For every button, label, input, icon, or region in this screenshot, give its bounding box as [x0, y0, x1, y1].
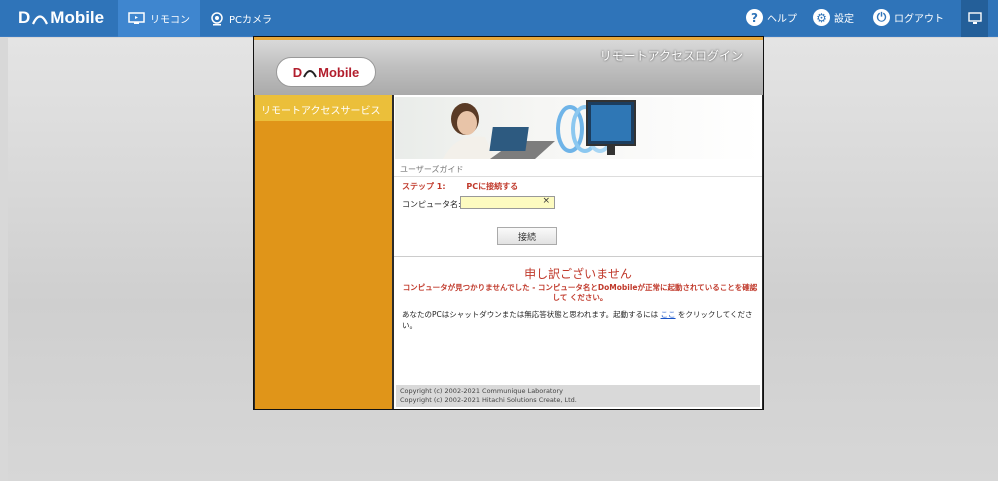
connect-button[interactable]: 接続 [497, 227, 557, 245]
remote-access-window: リモートアクセスログイン D Mobile リモートアクセスサービス ユーザーズ… [253, 36, 764, 410]
error-title: 申し訳ございません [524, 267, 632, 281]
power-icon: ⏻ [873, 9, 890, 26]
logo-letter: D [292, 64, 303, 80]
sidebar-title: リモートアクセスサービス [255, 95, 392, 121]
window-header: リモートアクセスログイン D Mobile [254, 37, 763, 95]
logout-button[interactable]: ⏻ ログアウト [873, 9, 944, 26]
logo-letter: D [18, 8, 31, 27]
clear-input-icon[interactable]: × [542, 196, 550, 206]
window-title: リモートアクセスログイン [599, 49, 743, 63]
step-text: PCに接続する [466, 182, 519, 191]
logout-label: ログアウト [894, 14, 944, 25]
sidebar: リモートアクセスサービス [255, 95, 392, 409]
wake-link[interactable]: ここ [661, 310, 676, 319]
logo-arc-icon [32, 14, 49, 24]
tab-pc-camera[interactable]: PCカメラ [200, 0, 282, 37]
copyright-footer: Copyright (c) 2002-2021 Communique Labor… [396, 385, 760, 407]
app-logo: D Mobile [18, 8, 104, 28]
help-label: ヘルプ [767, 14, 797, 25]
copyright-line-2: Copyright (c) 2002-2021 Hitachi Solution… [400, 396, 577, 404]
tab-label: リモコン [150, 15, 190, 26]
main-panel: ユーザーズガイド ステップ 1: PCに接続する コンピュータ名: × 接続 申… [394, 95, 762, 409]
error-message: コンピュータが見つかりませんでした - コンピュータ名とDoMobileが正常に… [402, 283, 758, 302]
top-bar: D Mobile リモコン PCカメラ ? ヘルプ ⚙ 設定 ⏻ ログアウト [0, 0, 998, 37]
computer-name-label: コンピュータ名: [402, 200, 461, 209]
screen-toggle-button[interactable] [961, 0, 988, 37]
window-logo: D Mobile [276, 57, 376, 87]
help-button[interactable]: ? ヘルプ [746, 9, 797, 26]
copyright-line-1: Copyright (c) 2002-2021 Communique Labor… [400, 387, 563, 395]
info-message: あなたのPCはシャットダウンまたは無応答状態と思われます。起動するには ここ を… [402, 309, 760, 331]
display-icon [967, 12, 982, 24]
banner-image [395, 97, 761, 159]
camera-icon [211, 11, 223, 25]
tab-label: PCカメラ [229, 15, 273, 26]
logo-arc-icon [303, 69, 318, 77]
settings-label: 設定 [834, 14, 854, 25]
logo-text: Mobile [318, 64, 360, 80]
tab-remote-control[interactable]: リモコン [118, 0, 200, 37]
step-heading: ステップ 1: PCに接続する [402, 181, 518, 192]
divider [394, 256, 762, 257]
gear-icon: ⚙ [813, 9, 830, 26]
settings-button[interactable]: ⚙ 設定 [813, 9, 854, 26]
step-number: ステップ 1: [402, 182, 446, 191]
computer-name-input[interactable]: × [460, 196, 555, 209]
users-guide-label: ユーザーズガイド [394, 161, 762, 177]
monitor-icon [128, 12, 145, 24]
help-icon: ? [746, 9, 763, 26]
info-text: あなたのPCはシャットダウンまたは無応答状態と思われます。起動するには [402, 310, 659, 319]
logo-text: Mobile [50, 8, 105, 27]
